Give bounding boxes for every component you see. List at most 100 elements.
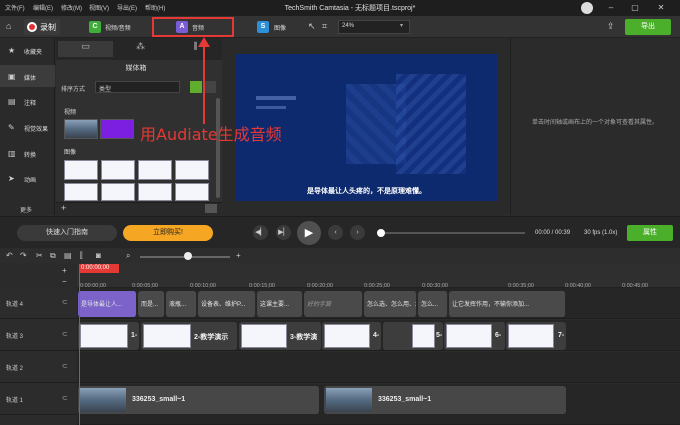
video-clip[interactable]: 336253_small~1 xyxy=(78,386,319,414)
close-icon[interactable]: ✕ xyxy=(654,1,668,15)
zoom-in-icon[interactable]: + xyxy=(236,251,241,260)
track-row-2[interactable] xyxy=(77,352,680,383)
media-thumb-image[interactable] xyxy=(175,160,209,180)
timeline-zoom-handle[interactable] xyxy=(184,252,192,260)
properties-button[interactable]: 属性 xyxy=(627,225,673,241)
caption-clip[interactable]: 让它发挥作用，不输你添加... xyxy=(449,291,566,317)
next-icon[interactable]: › xyxy=(350,225,365,240)
image-clip[interactable]: 7- xyxy=(506,322,566,350)
caption-clip[interactable]: 怎么选、怎么用、怎么... xyxy=(364,291,417,317)
caption-clip[interactable]: 好的手算 xyxy=(304,291,363,317)
caption-clip[interactable]: 液瓶... xyxy=(166,291,197,317)
more-button[interactable]: 更多 xyxy=(20,205,32,214)
caption-clip[interactable]: 是导体最让人... xyxy=(78,291,137,317)
image-thumb xyxy=(241,324,287,348)
snapshot-icon[interactable]: ◙ xyxy=(96,251,101,260)
highlight-box xyxy=(152,17,234,37)
fps-readout[interactable]: 30 fps (1.0x) xyxy=(584,230,617,236)
caption-clip[interactable]: 怎么... xyxy=(418,291,448,317)
media-thumb-image[interactable] xyxy=(64,183,98,201)
playback-scrubber[interactable] xyxy=(380,232,525,234)
play-button[interactable]: ▶ xyxy=(297,221,321,245)
paste-icon[interactable]: ▤ xyxy=(64,251,72,260)
media-thumb-image[interactable] xyxy=(101,160,135,180)
scrubber-handle[interactable] xyxy=(377,229,385,237)
clip-label: 5- xyxy=(436,332,443,339)
track-name: 轨道 1 xyxy=(6,398,24,404)
section-image-heading: 图像 xyxy=(64,150,77,156)
clip-label: 2-教学演示 xyxy=(194,334,229,341)
image-thumb xyxy=(508,324,554,348)
lock-icon[interactable]: ⊂ xyxy=(62,394,68,402)
menu-help[interactable]: 帮助(H) xyxy=(145,3,165,12)
list-view-icon[interactable] xyxy=(204,81,216,93)
undo-icon[interactable]: ↶ xyxy=(6,251,13,260)
zoom-icon[interactable]: ⌕ xyxy=(126,251,130,261)
media-scrollbar[interactable] xyxy=(216,98,220,198)
record-label: 录制 xyxy=(40,23,56,32)
tab-media-bin[interactable]: ▭ xyxy=(58,41,113,57)
minimize-icon[interactable]: – xyxy=(604,1,618,15)
tab-image-label: 图像 xyxy=(274,26,287,32)
section-video-heading: 视频 xyxy=(64,110,77,116)
caption-clip[interactable]: 而是... xyxy=(138,291,165,317)
media-thumb-image[interactable] xyxy=(64,160,98,180)
menu-modify[interactable]: 修改(M) xyxy=(61,3,82,12)
track-name: 轨道 4 xyxy=(6,302,24,308)
menu-file[interactable]: 文件(F) xyxy=(5,3,25,12)
caption-text: 液瓶... xyxy=(169,302,187,308)
menu-edit[interactable]: 编辑(E) xyxy=(33,3,53,12)
image-clip[interactable]: 6- xyxy=(444,322,505,350)
copy-icon[interactable]: ⧉ xyxy=(50,251,56,261)
lock-icon[interactable]: ⊂ xyxy=(62,330,68,338)
quick-start-guide-button[interactable]: 快速入门指南 xyxy=(17,225,117,241)
lock-icon[interactable]: ⊂ xyxy=(62,298,68,306)
tab-library[interactable]: ⁂ xyxy=(113,41,168,57)
video-clip[interactable]: 336253_small~1 xyxy=(324,386,566,414)
add-track-icon[interactable]: + xyxy=(62,266,67,275)
image-clip[interactable]: 5- xyxy=(383,322,443,350)
menu-export[interactable]: 导出(E) xyxy=(117,3,137,12)
record-icon xyxy=(27,22,37,32)
pointer-icon[interactable]: ↖ xyxy=(308,21,316,32)
media-thumb-video[interactable] xyxy=(64,119,98,139)
caption-clip[interactable]: 这课主要... xyxy=(257,291,303,317)
avatar[interactable] xyxy=(581,2,593,14)
maximize-icon[interactable]: ▢ xyxy=(628,1,642,15)
media-thumb-video[interactable] xyxy=(100,119,134,139)
home-icon[interactable]: ⌂ xyxy=(6,21,11,31)
step-forward-icon[interactable]: ▶▏ xyxy=(276,225,291,240)
sidebar-item-label: 动画 xyxy=(24,178,37,184)
tab-stock[interactable]: ⫼ xyxy=(168,41,223,57)
image-clip[interactable]: 2-教学演示 xyxy=(141,322,237,350)
properties-hint: 单击时间轴或画布上的一个对象可查看其属性。 xyxy=(531,120,658,126)
caption-clip[interactable]: 设备表、维护P... xyxy=(198,291,256,317)
redo-icon[interactable]: ↷ xyxy=(20,251,27,260)
media-thumb-image[interactable] xyxy=(138,183,172,201)
image-clip[interactable]: 3-教学演 xyxy=(239,322,321,350)
image-thumb xyxy=(412,324,435,348)
image-clip[interactable]: 1- xyxy=(78,322,139,350)
sidebar-item-label: 媒体 xyxy=(24,76,37,82)
lock-icon[interactable]: ⊂ xyxy=(62,362,68,370)
buy-now-button[interactable]: 立即购买! xyxy=(123,225,213,241)
menu-view[interactable]: 视图(V) xyxy=(89,3,109,12)
export-button[interactable]: 导出 xyxy=(625,19,671,35)
cut-icon[interactable]: ✂ xyxy=(36,251,43,260)
clip-label: 336253_small~1 xyxy=(132,396,186,403)
share-icon[interactable]: ⇪ xyxy=(607,21,615,32)
crop-icon[interactable]: ⌗ xyxy=(322,21,327,32)
previous-icon[interactable]: ‹ xyxy=(328,225,343,240)
split-icon[interactable]: ⫿ xyxy=(80,251,83,261)
camtasia-icon: C xyxy=(89,21,101,33)
step-back-icon[interactable]: ◀▏ xyxy=(253,225,268,240)
media-thumb-image[interactable] xyxy=(101,183,135,201)
media-thumb-image[interactable] xyxy=(175,183,209,201)
image-clip[interactable]: 4- xyxy=(322,322,381,350)
thumbnail-size-icon[interactable] xyxy=(205,204,217,213)
add-media-button[interactable]: + xyxy=(61,203,66,213)
grid-view-icon[interactable] xyxy=(190,81,202,93)
remove-track-icon[interactable]: − xyxy=(62,277,67,286)
media-thumb-image[interactable] xyxy=(138,160,172,180)
window-title: TechSmith Camtasia - 无标题项目.tscproj* xyxy=(284,5,416,12)
